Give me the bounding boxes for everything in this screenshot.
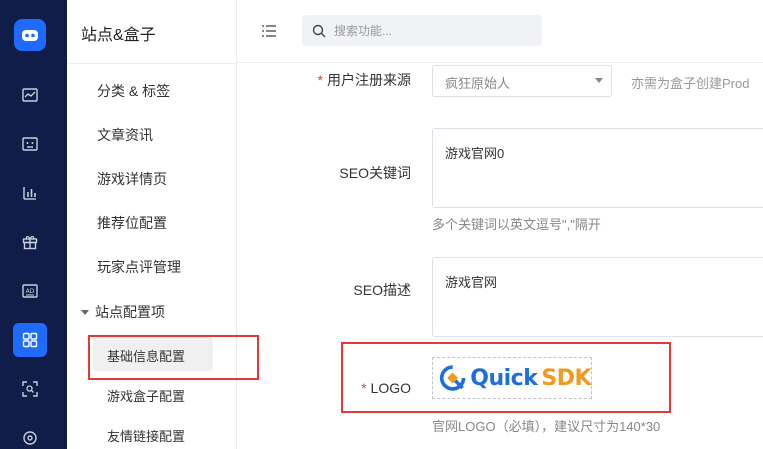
grid-apps-icon[interactable]	[13, 323, 47, 357]
search-input[interactable]	[334, 23, 534, 38]
sub-sidebar: 站点&盒子 分类 & 标签 文章资讯 游戏详情页 推荐位配置 玩家点评管理 站点…	[67, 0, 237, 449]
ad-icon[interactable]: AD	[13, 274, 47, 308]
settings-icon[interactable]	[13, 421, 47, 449]
sidebar-item-game-box[interactable]: 游戏盒子配置	[107, 386, 185, 405]
scan-icon[interactable]	[13, 372, 47, 406]
sidebar-item-game-details[interactable]: 游戏详情页	[97, 169, 167, 189]
seo-keywords-label: SEO关键词	[339, 165, 411, 181]
logo-hint: 官网LOGO（必填），建议尺寸为140*30	[432, 419, 661, 434]
register-source-tip: 亦需为盒子创建Prod	[631, 76, 750, 91]
register-source-select[interactable]: 疯狂原始人	[432, 65, 612, 97]
required-mark: *	[317, 72, 323, 88]
sidebar-item-category-tags[interactable]: 分类 & 标签	[97, 81, 170, 101]
media-card-icon[interactable]	[13, 127, 47, 161]
seo-keywords-hint: 多个关键词以英文逗号","隔开	[432, 217, 601, 232]
search-box	[302, 15, 542, 46]
seo-keywords-textarea[interactable]: 游戏官网0	[432, 128, 763, 208]
icon-rail: AD	[0, 0, 67, 449]
menu-toggle-icon[interactable]	[262, 24, 276, 38]
robot-face-icon[interactable]	[14, 19, 46, 51]
svg-text:AD: AD	[26, 288, 35, 295]
seo-description-textarea[interactable]: 游戏官网	[432, 257, 763, 337]
seo-description-label: SEO描述	[353, 282, 411, 298]
sidebar-item-player-reviews[interactable]: 玩家点评管理	[97, 257, 181, 277]
sidebar-group-site-config[interactable]: 站点配置项	[81, 302, 165, 322]
gift-icon[interactable]	[13, 225, 47, 259]
sidebar-title: 站点&盒子	[81, 27, 156, 44]
sidebar-item-recommend-slots[interactable]: 推荐位配置	[97, 213, 167, 233]
register-source-label: * 用户注册来源	[317, 72, 411, 88]
sidebar-group-label: 站点配置项	[95, 304, 165, 320]
highlight-frame-sidebar	[88, 335, 259, 380]
chevron-down-icon	[595, 78, 603, 83]
divider	[67, 63, 237, 64]
search-icon	[312, 24, 326, 37]
dashboard-chart-icon[interactable]	[13, 78, 47, 112]
sidebar-item-articles[interactable]: 文章资讯	[97, 125, 153, 145]
highlight-frame-logo	[341, 342, 671, 413]
bar-chart-icon[interactable]	[13, 176, 47, 210]
sidebar-item-friend-links[interactable]: 友情链接配置	[107, 426, 185, 445]
top-bar	[237, 0, 763, 63]
register-source-value: 疯狂原始人	[445, 76, 511, 91]
caret-down-icon	[81, 309, 89, 315]
